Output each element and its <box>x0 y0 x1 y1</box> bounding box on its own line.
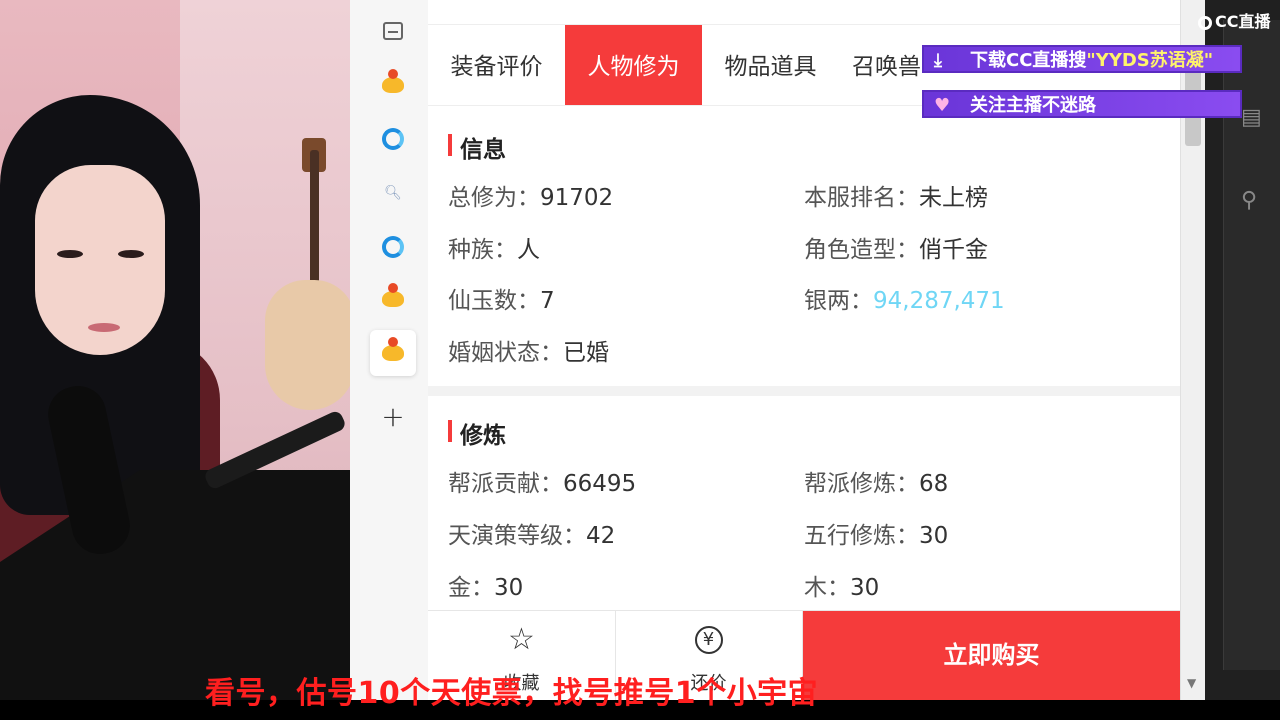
ce-browser-icon[interactable] <box>370 224 416 270</box>
info-field: 总修为：91702 <box>448 185 614 211</box>
info-field: 角色造型：俏千金 <box>804 237 988 263</box>
tab-equipment-rating[interactable]: 装备评价 <box>428 25 565 105</box>
info-section: 信息 总修为：91702 本服排名：未上榜 种族：人 角色造型：俏千金 仙玉数：… <box>428 106 1180 386</box>
building-icon[interactable]: ▤ <box>1241 105 1262 130</box>
training-field: 帮派修炼：68 <box>804 471 949 497</box>
training-field: 天演策等级：42 <box>448 523 616 549</box>
window-icon[interactable] <box>370 8 416 54</box>
streamer-eye-left <box>57 250 83 258</box>
chick-app-icon[interactable] <box>370 276 416 322</box>
info-field: 婚姻状态：已婚 <box>448 340 609 366</box>
buy-now-button[interactable]: 立即购买 <box>803 611 1180 701</box>
search-icon[interactable]: 🔍︎ <box>370 170 416 216</box>
download-icon: ⤓ <box>934 50 942 71</box>
scroll-down-arrow-icon[interactable]: ▼ <box>1187 676 1196 690</box>
training-field: 金：30 <box>448 575 524 601</box>
plus-icon[interactable]: + <box>370 393 416 439</box>
star-icon: ☆ <box>508 622 535 657</box>
heart-icon: ♥ <box>934 95 951 116</box>
training-field: 木：30 <box>804 575 880 601</box>
ce-browser-icon[interactable] <box>370 116 416 162</box>
training-field: 帮派贡献：66495 <box>448 471 637 497</box>
info-field: 本服排名：未上榜 <box>804 185 988 211</box>
streamer-lips <box>88 323 120 332</box>
tab-items[interactable]: 物品道具 <box>702 25 839 105</box>
section-title: 修炼 <box>448 416 506 450</box>
guitar-body <box>265 280 350 410</box>
browser-sidebar: 🔍︎ + <box>350 0 429 700</box>
page-topbar <box>428 0 1180 25</box>
section-divider <box>428 386 1180 396</box>
tab-character-cultivation[interactable]: 人物修为 <box>565 25 702 105</box>
tab-summons[interactable]: 召唤兽 <box>839 25 934 105</box>
streamer-eye-right <box>118 250 144 258</box>
follow-banner: ♥ 关注主播不迷路 <box>922 90 1242 118</box>
training-section: 修炼 帮派贡献：66495 帮派修炼：68 天演策等级：42 五行修炼：30 金… <box>428 396 1180 610</box>
yen-icon: ¥ <box>615 623 802 657</box>
section-title: 信息 <box>448 130 506 164</box>
cc-live-logo: CC直播 <box>1198 8 1271 32</box>
webcam-feed <box>0 0 350 700</box>
info-field: 仙玉数：7 <box>448 288 555 314</box>
info-field: 种族：人 <box>448 237 540 263</box>
download-banner: ⤓ 下载CC直播搜"YYDS苏语凝" <box>922 45 1242 73</box>
chick-app-icon[interactable] <box>370 330 416 376</box>
user-icon[interactable]: ⚲ <box>1241 188 1257 213</box>
guitar-neck <box>310 150 319 300</box>
chick-app-icon[interactable] <box>370 62 416 108</box>
stream-subtitle: 看号，估号10个天使票，找号推号1个小宇宙 <box>205 676 819 711</box>
training-field: 五行修炼：30 <box>804 523 949 549</box>
info-field-silver: 银两：94,287,471 <box>804 288 1005 314</box>
